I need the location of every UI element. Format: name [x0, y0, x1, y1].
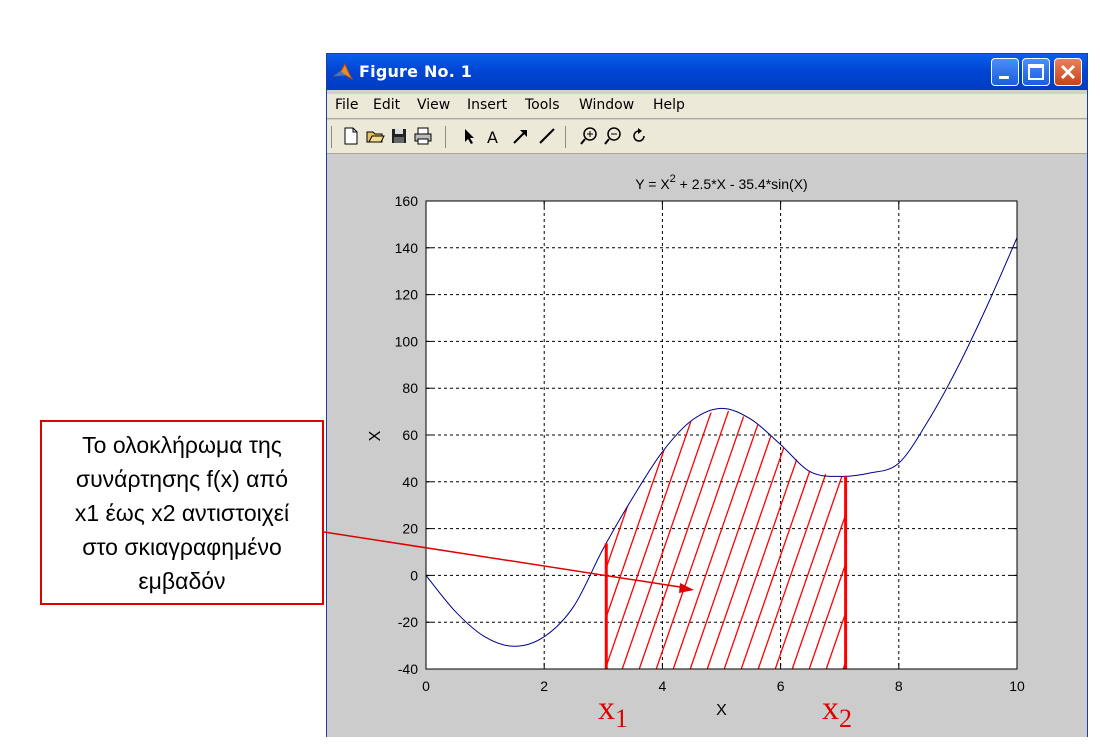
chart-title: Y = X2 + 2.5*X - 35.4*sin(X): [635, 173, 807, 192]
x-tick-label: 4: [659, 678, 667, 694]
x-tick-label: 2: [540, 678, 548, 694]
y-tick-label: 20: [402, 521, 418, 537]
annotation-line: στο σκιαγραφημένο: [82, 534, 282, 560]
annotation-box: Το ολοκλήρωμα της συνάρτησης f(x) από x1…: [40, 420, 324, 605]
y-tick-label: 80: [402, 380, 418, 396]
annotation-line: εμβαδόν: [138, 568, 226, 594]
x-tick-label: 10: [1009, 678, 1025, 694]
figure-chart: 0 2 4 6 8 10 -40 -20 0 20 40 60 80 100 120 140 160 Y = X…: [323, 173, 1025, 719]
y-tick-label: 100: [395, 333, 419, 349]
y-axis-label: X: [367, 430, 384, 441]
annotation-text: Το ολοκλήρωμα της συνάρτησης f(x) από x1…: [42, 428, 322, 598]
y-tick-label: 140: [395, 240, 419, 256]
y-tick-label: 60: [402, 427, 418, 443]
x2-marker-subscript: 2: [839, 704, 852, 733]
annotation-line: συνάρτησης f(x) από: [75, 466, 289, 492]
y-tick-label: 40: [402, 474, 418, 490]
y-tick-label: 120: [395, 287, 419, 303]
x-axis-label: X: [716, 702, 727, 719]
x1-marker-label: x1: [598, 690, 628, 734]
annotation-line: x1 έως x2 αντιστοιχεί: [74, 500, 290, 526]
x2-marker-letter: x: [822, 690, 839, 727]
y-tick-label: -20: [398, 614, 418, 630]
x1-marker-subscript: 1: [615, 704, 628, 733]
x1-marker-letter: x: [598, 690, 615, 727]
x-tick-label: 8: [895, 678, 903, 694]
annotation-line: Το ολοκλήρωμα της: [82, 432, 282, 458]
title-main: Y = X: [635, 176, 670, 192]
title-rest: + 2.5*X - 35.4*sin(X): [676, 176, 808, 192]
y-tick-label: -40: [398, 661, 418, 677]
y-tick-label: 0: [410, 567, 418, 583]
x-tick-label: 0: [422, 678, 430, 694]
y-tick-label: 160: [395, 193, 419, 209]
x-tick-label: 6: [777, 678, 785, 694]
x2-marker-label: x2: [822, 690, 852, 734]
